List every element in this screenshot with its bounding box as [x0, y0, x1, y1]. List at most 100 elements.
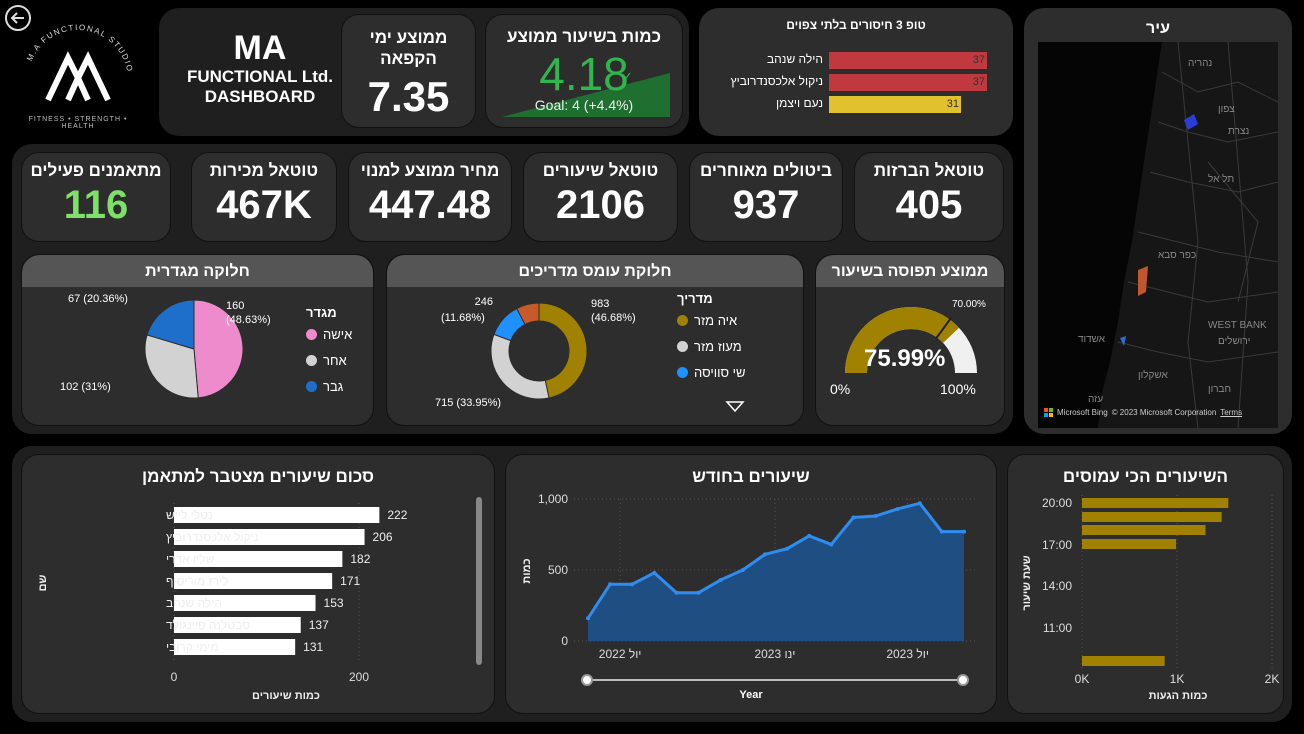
map-terms-link[interactable]: Terms: [1220, 408, 1242, 417]
company-title-line1: MA: [233, 29, 287, 67]
kpi-card: מחיר ממוצע למנוי 447.48: [348, 152, 512, 242]
busiest-x-tick: 2K: [1265, 672, 1280, 686]
kpi-value: 405: [895, 183, 963, 227]
gender-label-other: 102 (31%): [60, 381, 111, 393]
monthly-point[interactable]: [762, 552, 767, 557]
company-title-line2: FUNCTIONAL Ltd.: [186, 67, 334, 86]
monthly-area: [588, 503, 964, 641]
legend-label: איה מזר: [694, 313, 738, 328]
monthly-point[interactable]: [740, 568, 745, 572]
busiest-bar[interactable]: [1082, 539, 1177, 549]
cumulative-category-label: מימי קרובי: [166, 640, 219, 654]
busiest-bar[interactable]: [1082, 525, 1206, 535]
legend-item[interactable]: אחר: [306, 353, 347, 368]
monthly-point[interactable]: [674, 590, 679, 595]
legend-more-button[interactable]: [725, 399, 745, 413]
monthly-point[interactable]: [652, 570, 657, 575]
map-label-ashkelon: אשקלון: [1138, 369, 1168, 381]
legend-item[interactable]: גבר: [306, 379, 343, 394]
coaches-label-c-pct: (11.68%): [441, 312, 485, 324]
kpi-card: טוטאל שיעורים 2106: [523, 152, 678, 242]
logo: M.A FUNCTIONAL STUDIO FITNESS • STRENGTH…: [18, 20, 138, 140]
monthly-y-tick: 500: [548, 563, 568, 577]
top3-title: טופ 3 חיסורים בלתי צפוים: [786, 18, 926, 32]
cumulative-chart: 0 200 נטלי לייש 222 ניקול אלכסנדרוביץ 206 שליו…: [37, 503, 408, 702]
monthly-point[interactable]: [785, 546, 790, 551]
monthly-x-tick: יול 2023: [886, 647, 929, 661]
cumulative-scrollbar[interactable]: [476, 497, 482, 665]
map-label-gaza: עזה: [1088, 394, 1103, 405]
kpi-title: ביטולים מאוחרים: [699, 161, 833, 180]
cumulative-ylabel: שם: [37, 574, 49, 591]
busiest-chart: 0K 1K 2K 20:00 17:00 14:00 11:00 שעת שיעור כמות …: [1021, 495, 1280, 702]
kpi-card: טוטאל הברזות 405: [854, 152, 1004, 242]
busiest-y-tick: 11:00: [1043, 621, 1072, 635]
busiest-y-tick: 20:00: [1042, 496, 1072, 510]
kpi-title: טוטאל הברזות: [873, 161, 985, 180]
monthly-point[interactable]: [873, 514, 878, 519]
busiest-ylabel: שעת שיעור: [1021, 555, 1033, 610]
map-label-nazareth: נצרת: [1228, 126, 1249, 137]
occupancy-gauge: [845, 307, 977, 373]
legend-item[interactable]: שי סוויסה: [677, 365, 746, 380]
city-map[interactable]: נהריה צפון נצרת תל אל כפר סבא אשדוד WEST…: [1038, 42, 1278, 428]
triangle-down-icon: [725, 401, 745, 413]
legend-label: מעוז מזר: [694, 339, 742, 354]
cumulative-card: סכום שיעורים מצטבר למתאמן 0 200 נטלי לייש 2…: [21, 454, 495, 714]
svg-text:M.A FUNCTIONAL STUDIO: M.A FUNCTIONAL STUDIO: [25, 23, 134, 73]
microsoft-logo-icon: [1044, 408, 1053, 417]
legend-item[interactable]: איה מזר: [677, 313, 737, 328]
monthly-point[interactable]: [939, 529, 944, 534]
busiest-bar[interactable]: [1082, 656, 1165, 666]
kpi-card: מתאמנים פעילים 116: [21, 152, 171, 242]
monthly-point[interactable]: [851, 515, 856, 520]
monthly-point[interactable]: [895, 506, 900, 511]
cumulative-category-label: סבטלנה פיינגולד: [166, 618, 250, 632]
monthly-point[interactable]: [829, 542, 834, 547]
year-slider-start-handle[interactable]: [581, 674, 593, 686]
logo-ring-text: M.A FUNCTIONAL STUDIO: [25, 23, 133, 73]
kpi-value: 447.48: [368, 183, 492, 227]
monthly-point[interactable]: [630, 582, 635, 587]
coaches-label-c-count: 246: [474, 296, 493, 308]
legend-swatch: [306, 355, 317, 366]
kpi-title: מתאמנים פעילים: [30, 161, 162, 180]
legend-label: שי סוויסה: [694, 365, 746, 380]
cumulative-value-label: 137: [309, 618, 329, 632]
legend-swatch: [677, 367, 688, 378]
cumulative-value-label: 171: [340, 574, 360, 588]
monthly-ylabel: כמות: [521, 558, 533, 583]
monthly-point[interactable]: [696, 590, 701, 595]
monthly-point[interactable]: [586, 616, 590, 621]
cumulative-category-label: ניקול אלכסנדרוביץ: [166, 530, 258, 544]
map-brand: Microsoft Bing: [1057, 408, 1108, 417]
monthly-point[interactable]: [718, 577, 723, 582]
coaches-donut-slice[interactable]: [490, 333, 550, 400]
legend-item[interactable]: אישה: [306, 327, 352, 342]
avg-class-card: כמות בשיעור ממוצע 4.18 ✓ Goal: 4 (+4.4%): [485, 14, 683, 128]
busiest-bar[interactable]: [1082, 512, 1222, 522]
coaches-label-a-pct: (46.68%): [591, 312, 636, 324]
monthly-point[interactable]: [962, 529, 966, 534]
avg-class-title: כמות בשיעור ממוצע: [507, 27, 661, 46]
occupancy-max-label: 100%: [940, 381, 976, 397]
avg-class-value: 4.18: [539, 48, 629, 100]
gender-label-female-pct: (48.63%): [226, 314, 271, 326]
legend-label: אחר: [323, 353, 347, 368]
year-slider[interactable]: [581, 674, 969, 686]
busiest-bar[interactable]: [1082, 498, 1229, 508]
monthly-point[interactable]: [917, 501, 922, 506]
year-slider-end-handle[interactable]: [957, 674, 969, 686]
gender-label-female: 160 (48.63%): [226, 299, 271, 327]
legend-item[interactable]: מעוז מזר: [677, 339, 742, 354]
top3-value: 31: [946, 98, 959, 110]
legend-swatch: [677, 315, 688, 326]
busiest-y-tick: 14:00: [1042, 579, 1072, 593]
kpi-value: 467K: [216, 183, 312, 227]
monthly-point[interactable]: [608, 582, 613, 587]
monthly-point[interactable]: [807, 533, 812, 538]
map-label-jerusalem: ירושלים: [1218, 335, 1250, 347]
kpi-value: 937: [732, 183, 800, 227]
map-label-nahariya: נהריה: [1188, 58, 1212, 69]
avg-freeze-value: 7.35: [367, 73, 450, 120]
